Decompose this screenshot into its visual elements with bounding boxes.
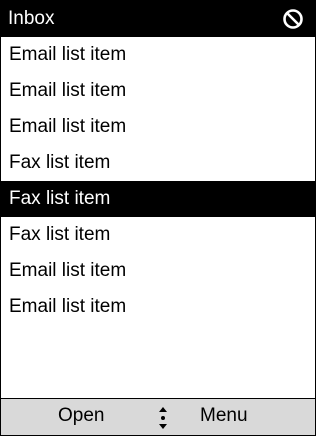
scroll-up-down-icon bbox=[159, 407, 167, 429]
list-item-fax[interactable]: Fax list item bbox=[1, 145, 315, 181]
menu-softkey[interactable]: Menu bbox=[200, 404, 248, 428]
no-entry-icon bbox=[283, 9, 303, 29]
list-item-email[interactable]: Email list item bbox=[1, 73, 315, 109]
list-item-label: Email list item bbox=[9, 80, 127, 101]
message-list: Email list item Email list item Email li… bbox=[1, 37, 315, 325]
list-item-label: Email list item bbox=[9, 260, 127, 281]
list-item-label: Fax list item bbox=[9, 188, 111, 209]
list-item-fax[interactable]: Fax list item bbox=[1, 217, 315, 253]
list-item-label: Email list item bbox=[9, 116, 127, 137]
list-item-label: Fax list item bbox=[9, 224, 111, 245]
inbox-screen: Inbox Email list item Email list item Em… bbox=[0, 0, 316, 436]
list-item-label: Email list item bbox=[9, 44, 127, 65]
open-softkey[interactable]: Open bbox=[58, 404, 104, 428]
softkey-bar: Open Menu bbox=[1, 398, 315, 435]
list-item-email[interactable]: Email list item bbox=[1, 109, 315, 145]
title-bar: Inbox bbox=[1, 1, 315, 37]
list-item-label: Fax list item bbox=[9, 152, 111, 173]
list-item-fax-selected[interactable]: Fax list item bbox=[1, 181, 315, 217]
list-item-label: Email list item bbox=[9, 296, 127, 317]
list-item-email[interactable]: Email list item bbox=[1, 289, 315, 325]
page-title: Inbox bbox=[8, 8, 55, 29]
list-item-email[interactable]: Email list item bbox=[1, 253, 315, 289]
list-item-email[interactable]: Email list item bbox=[1, 37, 315, 73]
